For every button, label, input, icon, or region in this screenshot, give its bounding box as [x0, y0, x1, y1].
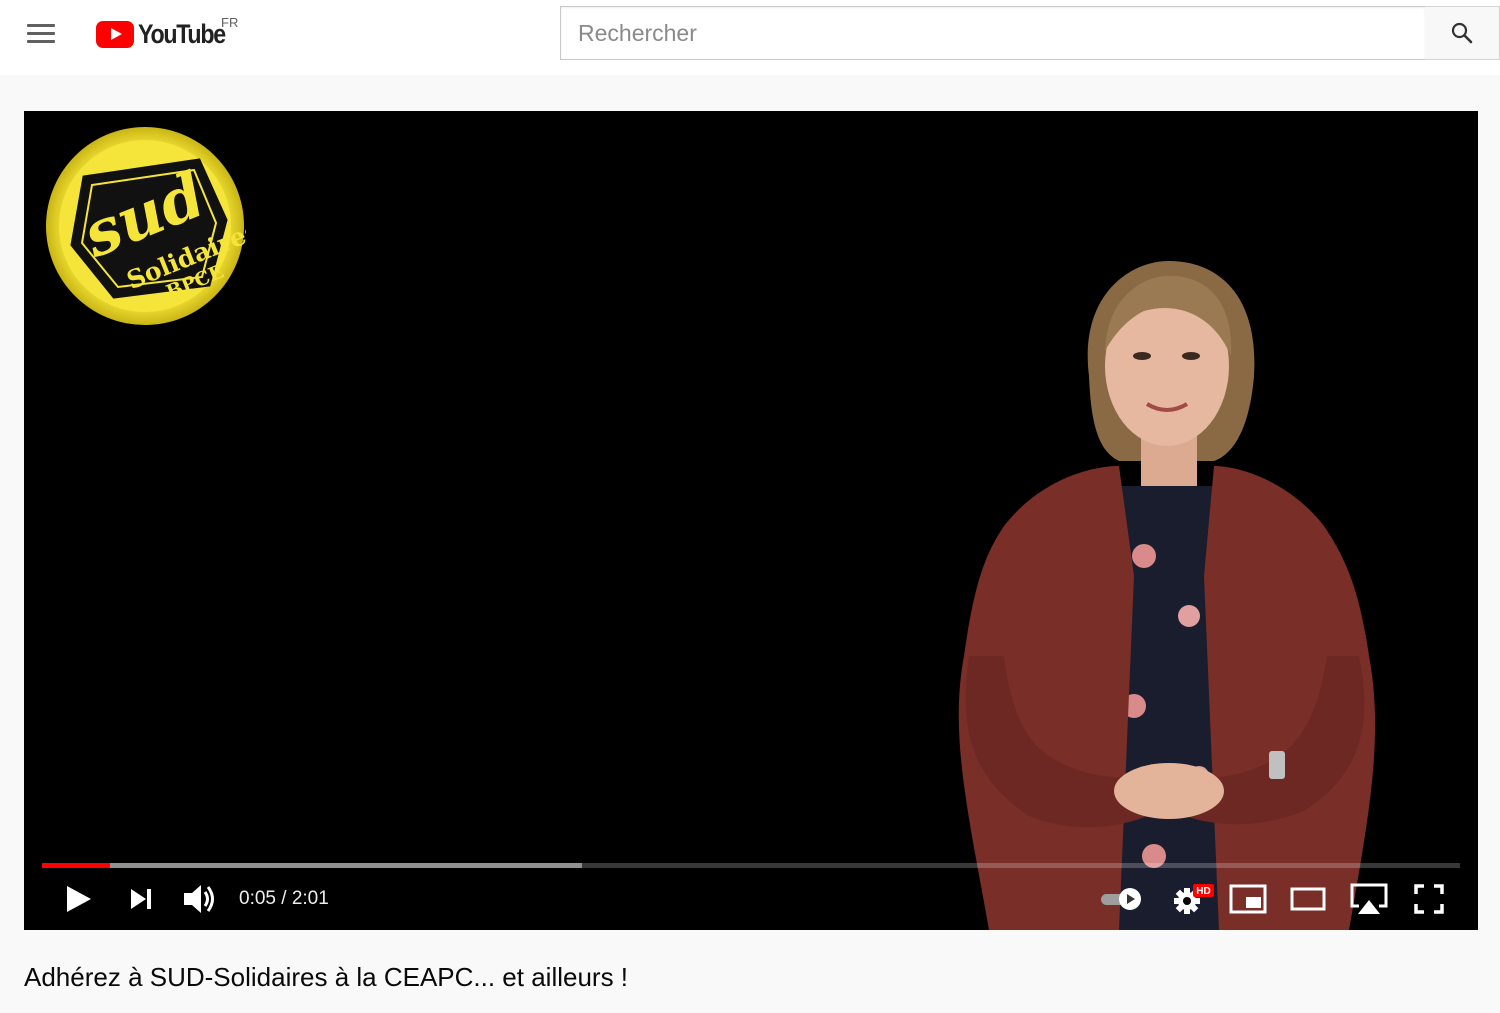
settings-icon[interactable]: HD	[1171, 883, 1215, 915]
hd-badge-text: HD	[1196, 886, 1210, 897]
video-player[interactable]: sud Solidaires BPCE 0:05 / 2:01 HD	[24, 111, 1478, 930]
presenter-figure	[958, 261, 1376, 930]
fullscreen-icon[interactable]	[1414, 884, 1444, 914]
youtube-play-icon	[96, 20, 134, 48]
next-icon[interactable]	[128, 886, 154, 912]
search-button[interactable]	[1425, 6, 1500, 60]
progress-buffered	[42, 863, 583, 868]
masthead: YouTube FR	[0, 0, 1500, 75]
miniplayer-icon[interactable]	[1229, 884, 1267, 914]
country-code: FR	[221, 15, 239, 30]
play-icon[interactable]	[64, 884, 94, 914]
search-input[interactable]	[561, 7, 1425, 59]
search-box	[560, 6, 1426, 60]
theater-mode-icon[interactable]	[1290, 887, 1326, 911]
menu-icon[interactable]	[27, 22, 57, 44]
time-display: 0:05 / 2:01	[239, 888, 329, 909]
progress-bar[interactable]	[42, 863, 1460, 868]
sud-solidaires-badge: sud Solidaires BPCE	[46, 127, 246, 325]
progress-played	[42, 863, 111, 868]
autoplay-toggle[interactable]	[1100, 887, 1144, 911]
airplay-icon[interactable]	[1349, 882, 1389, 916]
search-icon	[1451, 22, 1473, 44]
logo-text: YouTube	[138, 18, 226, 49]
volume-icon[interactable]	[182, 882, 218, 916]
youtube-logo[interactable]: YouTube	[96, 16, 239, 52]
video-title: Adhérez à SUD-Solidaires à la CEAPC... e…	[24, 962, 629, 992]
